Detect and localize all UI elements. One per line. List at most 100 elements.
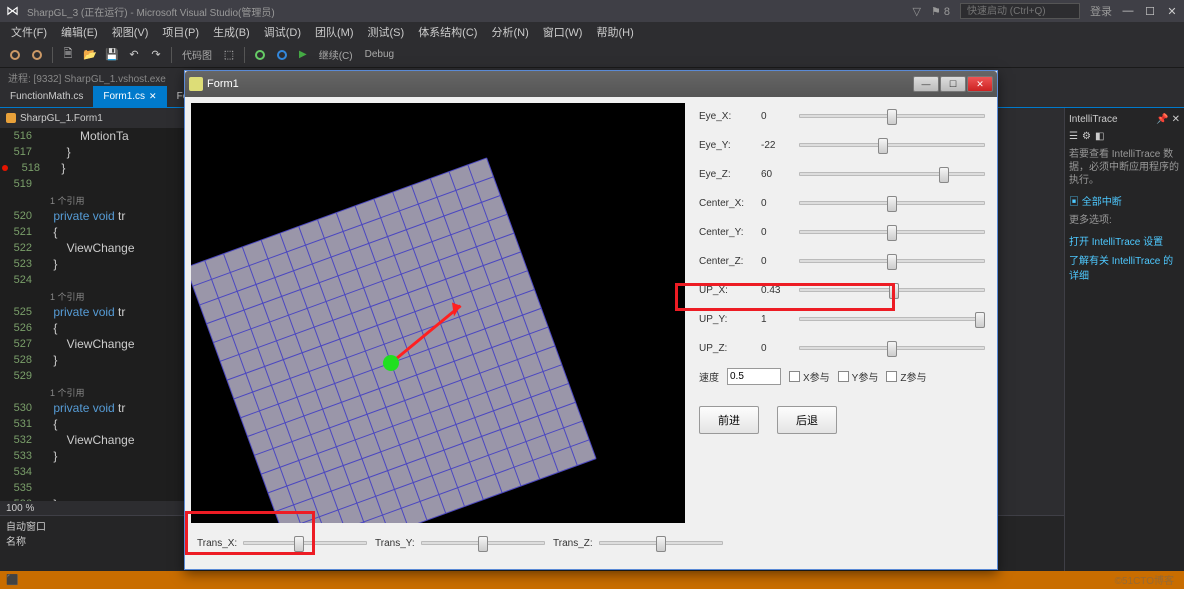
toolbar: 🗎 📂 💾 ↶ ↷ 代码图 ⬚ ▶ 继续(C) Debug [0,42,1184,68]
checkbox-icon[interactable] [789,371,800,382]
config-label[interactable]: Debug [361,49,398,60]
code-editor[interactable]: 516 MotionTa517 }518 }519 1 个引用520 priva… [0,128,184,512]
form1-close-icon[interactable]: ✕ [967,76,993,92]
bottom-slider-label: Trans_Y: [375,538,415,549]
menu-item[interactable]: 视图(V) [105,22,156,42]
vs-logo-icon: ⋈ [6,3,19,19]
check-X参与[interactable]: X参与 [789,369,830,384]
intellitrace-title: IntelliTrace [1069,114,1118,125]
check-Y参与[interactable]: Y参与 [838,369,879,384]
slider-track[interactable] [799,114,985,118]
close-icon[interactable]: ✕ [1166,5,1178,18]
slider-thumb[interactable] [656,536,666,552]
tab-close-icon[interactable]: ✕ [149,91,157,102]
slider-thumb[interactable] [939,167,949,183]
bottom-slider-transy: Trans_Y: [375,538,545,549]
speed-input[interactable] [727,368,781,385]
checkbox-icon[interactable] [886,371,897,382]
menu-item[interactable]: 窗口(W) [536,22,590,42]
nav-back-icon[interactable] [6,46,24,64]
form1-titlebar[interactable]: Form1 — ☐ ✕ [185,71,997,97]
slider-label: UP_Z: [699,343,753,354]
tb-icon-a[interactable]: ⬚ [220,46,238,64]
continue-label[interactable]: 继续(C) [315,47,357,62]
tool-icon-2[interactable]: ⚙ [1082,131,1091,142]
close-panel-icon[interactable]: ✕ [1172,114,1180,125]
tb-green[interactable] [251,46,269,64]
tool-icon-1[interactable]: ☰ [1069,131,1078,142]
opengl-viewport[interactable] [191,103,685,523]
checkbox-icon[interactable] [838,371,849,382]
form1-max-icon[interactable]: ☐ [940,76,966,92]
check-Z参与[interactable]: Z参与 [886,369,926,384]
slider-track[interactable] [799,172,985,176]
slider-track[interactable] [799,346,985,350]
menu-item[interactable]: 调试(D) [257,22,308,42]
undo-icon[interactable]: ↶ [125,46,143,64]
zoom-level[interactable]: 100 % [6,503,34,514]
slider-row-eyez: Eye_Z:60 [699,165,985,183]
slider-label: UP_Y: [699,314,753,325]
slider-thumb[interactable] [294,536,304,552]
slider-track[interactable] [799,143,985,147]
intellitrace-msg: 若要查看 IntelliTrace 数据，必须中断应用程序的执行。 [1069,148,1180,187]
slider-row-centerx: Center_X:0 [699,194,985,212]
breadcrumb[interactable]: SharpGL_1.Form1 [0,108,184,128]
slider-track[interactable] [799,201,985,205]
minimize-icon[interactable]: — [1122,5,1134,17]
open-icon[interactable]: 📂 [81,46,99,64]
menu-item[interactable]: 帮助(H) [589,22,640,42]
form1-min-icon[interactable]: — [913,76,939,92]
slider-label: Eye_X: [699,111,753,122]
redo-icon[interactable]: ↷ [147,46,165,64]
codemap-label[interactable]: 代码图 [178,47,216,62]
menu-item[interactable]: 分析(N) [484,22,535,42]
new-icon[interactable]: 🗎 [59,46,77,64]
editor-tab[interactable]: Form1.cs✕ [93,86,166,107]
slider-thumb[interactable] [887,254,897,270]
slider-track[interactable] [799,230,985,234]
slider-thumb[interactable] [975,312,985,328]
slider-thumb[interactable] [887,196,897,212]
slider-track[interactable] [799,288,985,292]
slider-thumb[interactable] [478,536,488,552]
save-icon[interactable]: 💾 [103,46,121,64]
quick-launch-input[interactable] [960,3,1080,19]
slider-thumb[interactable] [887,109,897,125]
menu-item[interactable]: 团队(M) [308,22,361,42]
menu-item[interactable]: 体系结构(C) [411,22,484,42]
editor-tab[interactable]: FunctionMath.cs [0,86,93,107]
tb-blue[interactable] [273,46,291,64]
menu-item[interactable]: 生成(B) [206,22,257,42]
slider-track[interactable] [421,541,545,545]
bottom-slider-label: Trans_X: [197,538,237,549]
nav-fwd-icon[interactable] [28,46,46,64]
tool-icon-3[interactable]: ◧ [1095,131,1104,142]
slider-thumb[interactable] [887,341,897,357]
slider-thumb[interactable] [889,283,899,299]
menu-item[interactable]: 编辑(E) [54,22,105,42]
back-button[interactable]: 后退 [777,406,837,434]
menu-item[interactable]: 文件(F) [4,22,54,42]
slider-thumb[interactable] [887,225,897,241]
slider-thumb[interactable] [878,138,888,154]
slider-track[interactable] [799,317,985,321]
forward-button[interactable]: 前进 [699,406,759,434]
break-all-link[interactable]: ▣ 全部中断 [1069,193,1180,208]
maximize-icon[interactable]: ☐ [1144,5,1156,18]
slider-label: Eye_Z: [699,169,753,180]
more-options: 更多选项: [1069,214,1180,227]
slider-track[interactable] [243,541,367,545]
slider-track[interactable] [799,259,985,263]
pin-icon[interactable]: 📌 [1156,114,1168,125]
notif-icon[interactable]: ▽ [912,5,920,18]
tb-play-icon[interactable]: ▶ [295,49,311,60]
notif-flag-icon[interactable]: ⚑ 8 [931,5,950,18]
menu-item[interactable]: 项目(P) [155,22,206,42]
open-settings-link[interactable]: 打开 IntelliTrace 设置 [1069,233,1180,248]
slider-track[interactable] [599,541,723,545]
learn-more-link[interactable]: 了解有关 IntelliTrace 的详细 [1069,252,1180,282]
menu-item[interactable]: 测试(S) [361,22,412,42]
window-title: SharpGL_3 (正在运行) - Microsoft Visual Stud… [27,4,275,19]
login-link[interactable]: 登录 [1090,3,1112,19]
